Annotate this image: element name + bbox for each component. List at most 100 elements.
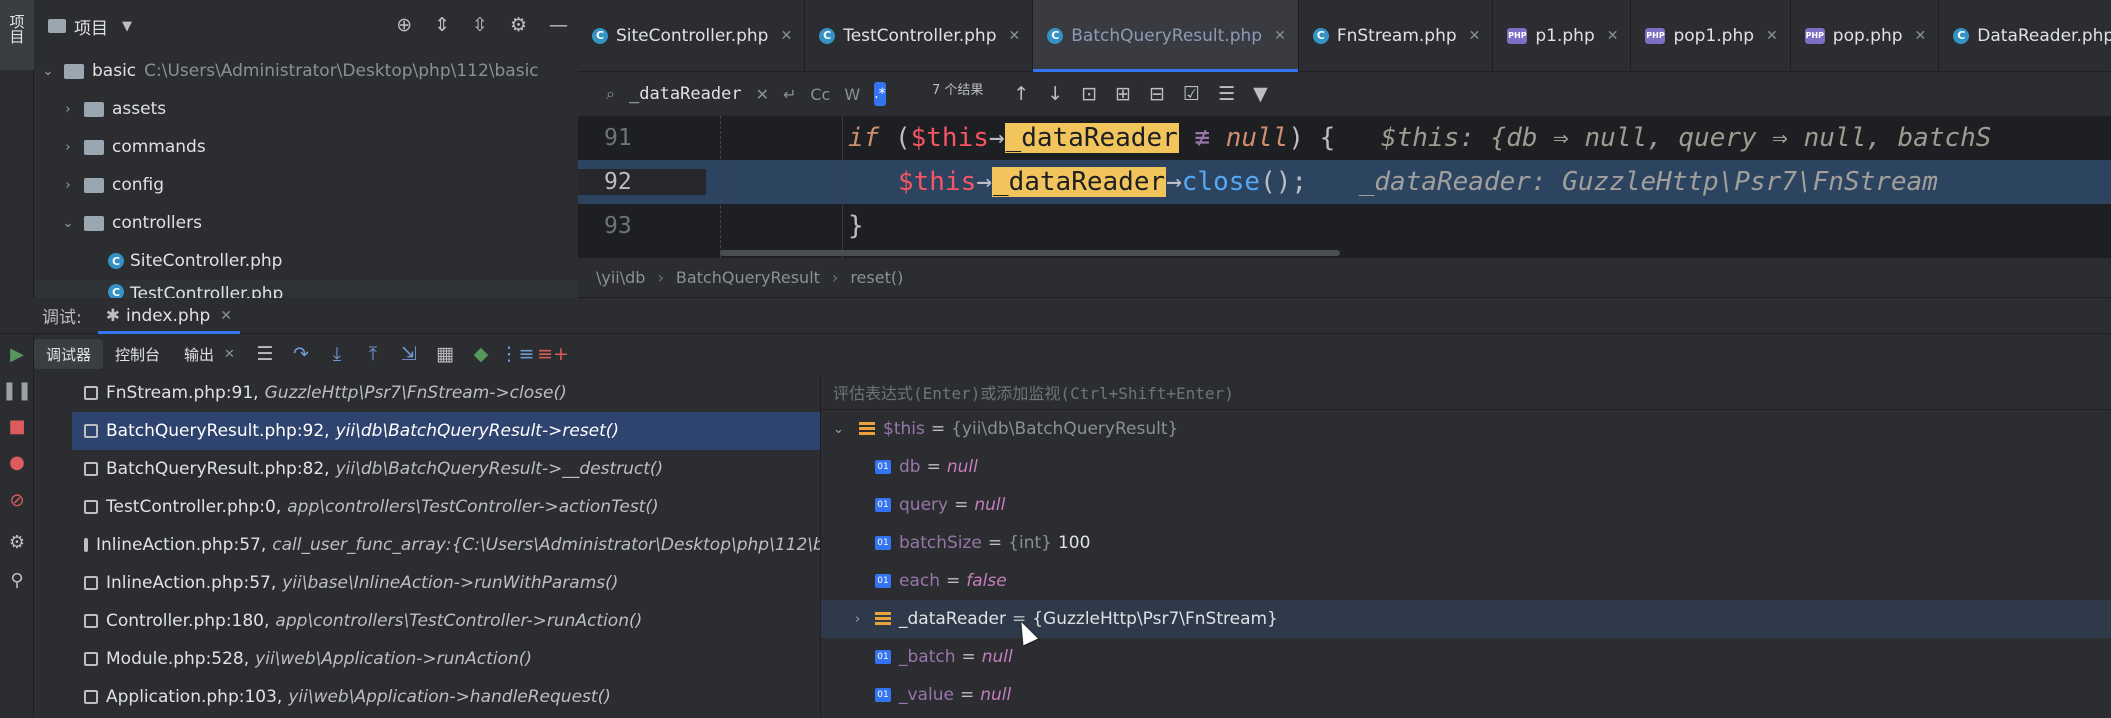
project-title[interactable]: 项目 — [74, 14, 108, 39]
minimize-icon[interactable]: — — [549, 14, 568, 36]
arrow-down-icon[interactable]: ↓ — [1047, 83, 1063, 105]
tab-datareader[interactable]: C DataReader.php ✕ — [1939, 0, 2111, 72]
frame-row[interactable]: TestController.php:0, app\controllers\Te… — [72, 488, 820, 526]
variable-row[interactable]: 01 batchSize = {int} 100 — [821, 524, 2111, 562]
tab-debugger[interactable]: 调试器 — [34, 339, 104, 369]
pin-icon[interactable]: ⚲ — [0, 570, 34, 591]
chevron-down-icon[interactable]: ⌄ — [40, 64, 56, 79]
search-query[interactable]: _dataReader — [629, 84, 742, 104]
step-out-icon[interactable]: ⤒ — [355, 343, 391, 365]
close-icon[interactable]: ✕ — [1274, 28, 1286, 44]
arrow-up-icon[interactable]: ↑ — [1013, 83, 1029, 105]
variable-row[interactable]: 01 db = null — [821, 448, 2111, 486]
run-to-cursor-icon[interactable]: ⇲ — [391, 343, 427, 365]
close-icon[interactable]: ✕ — [1469, 28, 1481, 44]
variable-row[interactable]: 01 _value = null — [821, 676, 2111, 714]
newline-icon[interactable]: ↵ — [783, 85, 796, 104]
tab-testcontroller[interactable]: C TestController.php ✕ — [805, 0, 1034, 72]
tree-item-config[interactable]: › config — [34, 166, 578, 204]
pause-icon[interactable]: ❚❚ — [0, 380, 34, 401]
chevron-right-icon[interactable]: › — [855, 612, 860, 627]
variable-row[interactable]: 01 _batch = null — [821, 638, 2111, 676]
close-icon[interactable]: ✕ — [780, 28, 792, 44]
line-number[interactable]: 92 — [578, 169, 706, 195]
add-occurrence-icon[interactable]: ⊞ — [1115, 83, 1131, 105]
tab-sitecontroller[interactable]: C SiteController.php ✕ — [578, 0, 806, 72]
chevron-down-icon[interactable]: ▼ — [122, 19, 132, 34]
collapse-all-icon[interactable]: ⇳ — [472, 14, 488, 36]
breadcrumb-namespace[interactable]: \yii\db — [596, 268, 645, 287]
tree-item-basic[interactable]: ⌄ basic C:\Users\Administrator\Desktop\p… — [34, 52, 578, 90]
close-icon[interactable]: ✕ — [1009, 28, 1021, 44]
chevron-right-icon[interactable]: › — [60, 102, 76, 117]
match-case-toggle[interactable]: Cc — [810, 85, 830, 104]
chevron-right-icon[interactable]: › — [60, 140, 76, 155]
variable-row-this[interactable]: ⌄ $this = {yii\db\BatchQueryResult} — [821, 410, 2111, 448]
variable-row[interactable]: 01 query = null — [821, 486, 2111, 524]
frame-row[interactable]: Application.php:103, yii\web\Application… — [72, 678, 820, 716]
debug-session-tab[interactable]: ✱ index.php ✕ — [97, 298, 241, 334]
locate-icon[interactable]: ⊕ — [396, 14, 412, 36]
tab-pop1[interactable]: PHP pop1.php ✕ — [1631, 0, 1791, 72]
stop-icon[interactable]: ■ — [0, 416, 34, 437]
regex-toggle[interactable]: .* — [874, 82, 886, 106]
frame-row-selected[interactable]: BatchQueryResult.php:92, yii\db\BatchQue… — [72, 412, 820, 450]
tab-output[interactable]: 输出 ✕ — [172, 339, 247, 369]
code-editor[interactable]: 91 if ($this→_dataReader ≢ null) { $this… — [578, 116, 2111, 258]
chevron-right-icon[interactable]: › — [60, 178, 76, 193]
clear-icon[interactable]: ✕ — [756, 85, 769, 104]
frame-row[interactable]: BatchQueryResult.php:82, yii\db\BatchQue… — [72, 450, 820, 488]
variable-row-selected[interactable]: › _dataReader = {GuzzleHttp\Psr7\FnStrea… — [821, 600, 2111, 638]
step-over-icon[interactable]: ↷ — [283, 343, 319, 365]
tree-item-assets[interactable]: › assets — [34, 90, 578, 128]
chevron-down-icon[interactable]: ⌄ — [60, 216, 76, 231]
resume-icon[interactable]: ▶ — [0, 344, 34, 365]
tab-console[interactable]: 控制台 — [103, 339, 172, 369]
search-input[interactable]: ⌕ _dataReader ✕ ↵ Cc W .* — [578, 74, 886, 114]
step-into-icon[interactable]: ⤓ — [319, 343, 355, 365]
tree-item-controllers[interactable]: ⌄ controllers — [34, 204, 578, 242]
frame-row[interactable]: FnStream.php:91, GuzzleHttp\Psr7\FnStrea… — [72, 374, 820, 412]
variable-row[interactable]: 01 each = false — [821, 562, 2111, 600]
filter-icon[interactable]: ▼ — [1253, 83, 1268, 105]
gear-icon[interactable]: ⚙ — [0, 532, 34, 553]
tab-p1[interactable]: PHP p1.php ✕ — [1493, 0, 1632, 72]
menu-icon[interactable]: ☰ — [247, 343, 283, 365]
frame-row[interactable]: InlineAction.php:57, call_user_func_arra… — [72, 526, 820, 564]
tree-item-sitecontroller[interactable]: C SiteController.php — [34, 242, 578, 280]
select-all-occurrences-icon[interactable]: ☑ — [1183, 83, 1200, 105]
frame-row[interactable]: Module.php:528, yii\web\Application->run… — [72, 640, 820, 678]
frames-list-icon[interactable]: ⋮≡ — [499, 343, 535, 365]
tab-fnstream[interactable]: C FnStream.php ✕ — [1299, 0, 1494, 72]
chevron-down-icon[interactable]: ⌄ — [833, 422, 844, 437]
line-number[interactable]: 91 — [578, 125, 706, 151]
view-breakpoints-icon[interactable]: ● — [0, 452, 34, 473]
tab-pop[interactable]: PHP pop.php ✕ — [1791, 0, 1940, 72]
expand-all-icon[interactable]: ⇕ — [434, 14, 450, 36]
close-icon[interactable]: ✕ — [220, 308, 232, 324]
close-icon[interactable]: ✕ — [1915, 28, 1927, 44]
filter-options-icon[interactable]: ☰ — [1218, 83, 1235, 105]
breadcrumb-method[interactable]: reset() — [850, 268, 903, 287]
tree-item-commands[interactable]: › commands — [34, 128, 578, 166]
tab-batchqueryresult[interactable]: C BatchQueryResult.php ✕ — [1033, 0, 1299, 72]
line-number[interactable]: 93 — [578, 213, 706, 239]
show-execution-point-icon[interactable]: ◆ — [463, 343, 499, 365]
close-icon[interactable]: ✕ — [1766, 28, 1778, 44]
close-icon[interactable]: ✕ — [224, 347, 235, 362]
mute-breakpoints-icon[interactable]: ⊘ — [0, 490, 34, 511]
frame-row[interactable]: Controller.php:180, app\controllers\Test… — [72, 602, 820, 640]
remove-occurrence-icon[interactable]: ⊟ — [1149, 83, 1165, 105]
frame-row[interactable]: InlineAction.php:57, yii\base\InlineActi… — [72, 564, 820, 602]
evaluate-icon[interactable]: ▦ — [427, 343, 463, 365]
gear-icon[interactable]: ⚙ — [510, 14, 527, 36]
horizontal-scrollbar[interactable] — [720, 250, 1340, 256]
words-toggle[interactable]: W — [844, 85, 860, 104]
breadcrumb-class[interactable]: BatchQueryResult — [676, 268, 820, 287]
close-icon[interactable]: ✕ — [1607, 28, 1619, 44]
add-watch-icon[interactable]: ≡+ — [535, 343, 571, 365]
search-icon[interactable]: ⌕ — [606, 84, 615, 104]
evaluate-expression-input[interactable]: 评估表达式(Enter)或添加监视(Ctrl+Shift+Enter) — [821, 374, 2111, 410]
project-tool-tab[interactable]: 项目 — [0, 0, 34, 70]
open-in-window-icon[interactable]: ⊡ — [1081, 83, 1097, 105]
